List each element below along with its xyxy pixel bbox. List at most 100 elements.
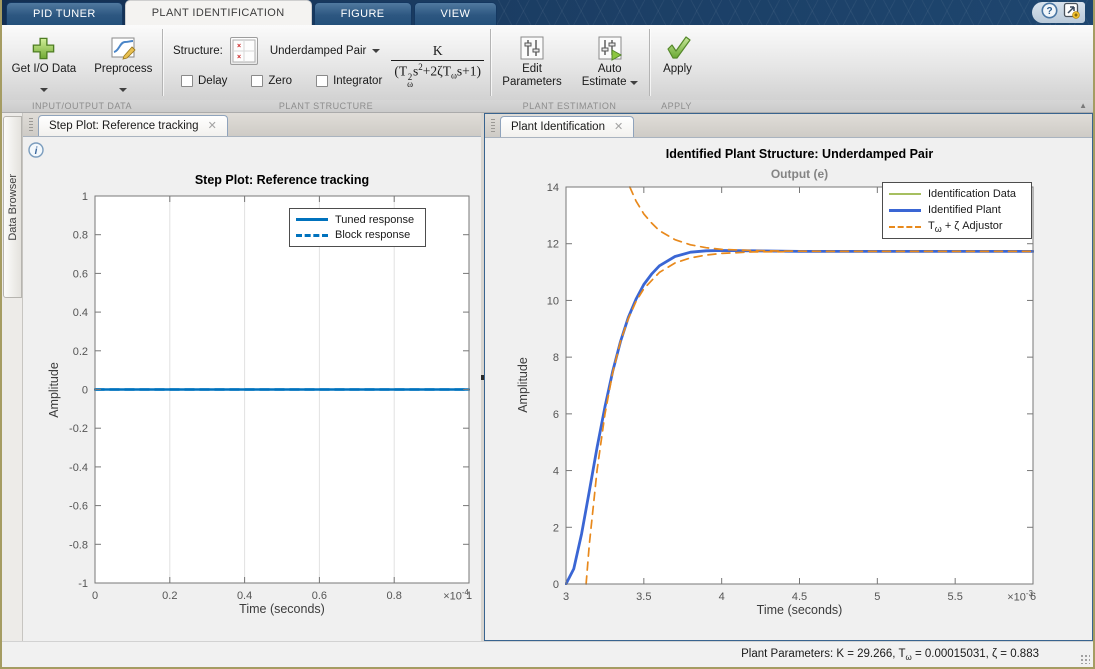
status-bar: Plant Parameters: K = 29.266, Tω = 0.000… xyxy=(2,641,1093,667)
help-icon[interactable]: ? xyxy=(1041,2,1058,24)
identification-plot-legend[interactable]: Identification Data Identified Plant Tω … xyxy=(882,182,1032,239)
x-axis-label: Time (seconds) xyxy=(239,602,325,616)
close-icon[interactable]: ✕ xyxy=(208,120,217,132)
y-tick-label: 6 xyxy=(553,409,559,421)
y-tick-label: 2 xyxy=(553,522,559,534)
tab-plant-identification[interactable]: PLANT IDENTIFICATION xyxy=(124,0,312,25)
zero-checkbox[interactable]: Zero xyxy=(251,75,292,87)
y-tick-label: -0.4 xyxy=(69,462,88,474)
x-tick-label: 0.6 xyxy=(312,590,327,602)
checkbox-box xyxy=(181,75,193,87)
y-tick-label: 12 xyxy=(547,239,559,251)
x-axis-label: Time (seconds) xyxy=(756,603,843,617)
sliders-icon xyxy=(519,33,545,63)
y-tick-label: -1 xyxy=(78,578,88,590)
plant-identification-panel: Plant Identification ✕ Identified Plant … xyxy=(484,113,1093,641)
ribbon-section-labels: INPUT/OUTPUT DATA PLANT STRUCTURE PLANT … xyxy=(2,100,1093,113)
y-tick-label: -0.2 xyxy=(69,423,88,435)
main-area: Data Browser Step Plot: Reference tracki… xyxy=(2,113,1093,641)
preprocess-label: Preprocess xyxy=(94,63,153,75)
x-axis-exponent: ×10-3 xyxy=(1007,589,1033,604)
edit-label-2: Parameters xyxy=(502,76,562,88)
x-tick-label: 3.5 xyxy=(636,591,651,603)
auto-estimate-button[interactable]: Auto Estimate xyxy=(577,30,643,100)
x-tick-label: 0.2 xyxy=(162,590,177,602)
y-tick-label: 14 xyxy=(547,182,559,194)
plant-identification-tab[interactable]: Plant Identification ✕ xyxy=(500,116,635,137)
tab-label: PLANT IDENTIFICATION xyxy=(151,7,285,19)
legend-label: Tuned response xyxy=(335,213,415,226)
plant-parameters-status: Plant Parameters: K = 29.266, Tω = 0.000… xyxy=(741,647,1039,662)
step-plot-panel: Step Plot: Reference tracking ✕ i Step P… xyxy=(23,113,481,641)
integrator-label: Integrator xyxy=(333,75,383,87)
edit-parameters-button[interactable]: Edit Parameters xyxy=(497,30,566,100)
structure-dropdown[interactable]: Underdamped Pair xyxy=(265,41,386,61)
drag-handle[interactable] xyxy=(28,118,34,133)
tab-pid-tuner[interactable]: PID TUNER xyxy=(6,2,123,25)
tab-label: PID TUNER xyxy=(33,8,96,20)
chevron-down-icon xyxy=(629,81,638,85)
ribbon-toolbar: Get I/O Data Preprocess Structure: × × U… xyxy=(2,25,1093,100)
section-plant-estimation: PLANT ESTIMATION xyxy=(522,101,617,111)
x-tick-label: 4 xyxy=(719,591,725,603)
delay-label: Delay xyxy=(198,75,228,87)
zero-label: Zero xyxy=(268,75,293,87)
tab-figure[interactable]: FIGURE xyxy=(313,2,412,25)
data-browser-tab[interactable]: Data Browser xyxy=(3,116,22,298)
auto-estimate-icon xyxy=(597,33,623,63)
section-apply: APPLY xyxy=(661,101,692,111)
tab-label: VIEW xyxy=(440,8,471,20)
pole-zero-map-icon[interactable]: × × xyxy=(229,37,258,65)
legend-line-sample xyxy=(889,208,921,212)
panel-splitter[interactable] xyxy=(481,113,484,641)
y-tick-label: 0 xyxy=(553,579,559,591)
drag-handle[interactable] xyxy=(490,119,496,134)
x-tick-label: 0.4 xyxy=(237,590,252,602)
legend-entry: Tω + ζ Adjustor xyxy=(889,219,1025,235)
x-tick-label: 4.5 xyxy=(792,591,807,603)
tab-label: FIGURE xyxy=(340,8,385,20)
plant-identification-tabbar: Plant Identification ✕ xyxy=(485,114,1092,138)
chevron-down-icon xyxy=(39,88,48,92)
data-browser-strip: Data Browser xyxy=(2,113,23,641)
legend-label: Block response xyxy=(335,229,411,242)
y-tick-label: 8 xyxy=(553,352,559,364)
legend-line-sample xyxy=(296,233,328,237)
preprocess-button[interactable]: Preprocess xyxy=(89,30,157,100)
apply-button[interactable]: Apply xyxy=(658,30,697,100)
tab-view[interactable]: VIEW xyxy=(413,2,498,25)
legend-label: Identified Plant xyxy=(928,204,1001,217)
get-io-data-button[interactable]: Get I/O Data xyxy=(7,30,82,100)
section-input-output-data: INPUT/OUTPUT DATA xyxy=(31,101,132,111)
legend-entry: Identification Data xyxy=(889,186,1025,202)
step-plot-tab[interactable]: Step Plot: Reference tracking ✕ xyxy=(38,115,228,136)
structure-value: Underdamped Pair xyxy=(269,45,367,57)
close-icon[interactable]: ✕ xyxy=(614,121,623,133)
x-tick-label: 0 xyxy=(92,590,98,602)
resize-grip[interactable] xyxy=(1080,654,1090,664)
plant-estimation-group: Edit Parameters Auto Estimate xyxy=(491,25,649,100)
input-output-data-group: Get I/O Data Preprocess xyxy=(2,25,162,100)
pid-tuner-window: PID TUNER PLANT IDENTIFICATION FIGURE VI… xyxy=(0,0,1095,669)
plant-identification-figure: Identified Plant Structure: Underdamped … xyxy=(485,138,1092,640)
legend-entry: Identified Plant xyxy=(889,202,1025,218)
plant-structure-group: Structure: × × Underdamped Pair Delay Zer… xyxy=(163,25,490,100)
y-tick-label: 0.8 xyxy=(73,230,88,242)
y-tick-label: 0 xyxy=(82,385,88,397)
legend-entry: Tuned response xyxy=(296,212,419,228)
collapse-ribbon-icon[interactable]: ▲ xyxy=(1079,100,1087,112)
check-icon xyxy=(664,33,692,63)
auto-label-2: Estimate xyxy=(581,76,627,88)
step-plot-legend[interactable]: Tuned response Block response xyxy=(289,208,426,247)
y-tick-label: -0.6 xyxy=(69,501,88,513)
popout-icon[interactable] xyxy=(1063,2,1080,24)
y-tick-label: 4 xyxy=(553,466,559,478)
checkbox-box xyxy=(251,75,264,87)
structure-label: Structure: xyxy=(173,45,223,57)
delay-checkbox[interactable]: Delay xyxy=(181,75,227,87)
legend-label: Tω + ζ Adjustor xyxy=(928,219,1003,234)
y-tick-label: 1 xyxy=(82,191,88,203)
x-tick-label: 3 xyxy=(563,591,569,603)
integrator-checkbox[interactable]: Integrator xyxy=(316,75,382,87)
legend-label: Identification Data xyxy=(928,188,1017,201)
